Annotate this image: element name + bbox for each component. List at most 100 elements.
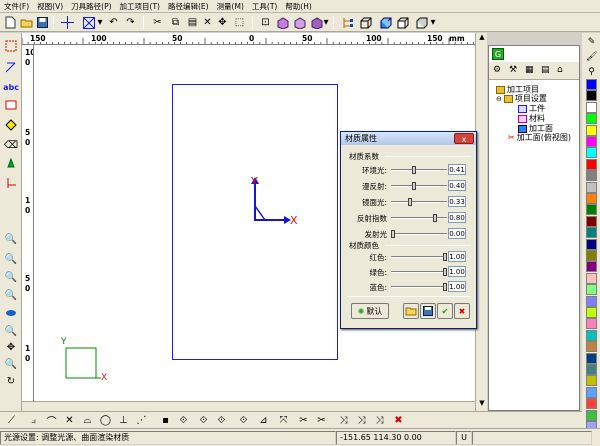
color-swatch[interactable] [586,318,597,330]
slider-thumb[interactable] [443,268,447,276]
slider-thumb[interactable] [443,253,447,261]
color-swatch[interactable] [586,364,597,375]
open-button[interactable] [403,303,419,319]
color-swatch[interactable] [586,375,597,387]
view-eye-icon[interactable] [3,305,19,321]
line-tool-icon[interactable]: ⟋ [4,413,19,428]
color-swatch[interactable] [586,90,597,102]
chevron-down-icon[interactable]: ▾ [429,15,437,30]
offset-icon[interactable]: ⊿ [256,413,271,428]
brush-icon[interactable]: 🖌 [586,52,597,63]
color-swatch[interactable] [586,295,597,307]
color-swatch[interactable] [586,215,597,227]
color-swatch[interactable] [586,238,597,250]
move-icon[interactable]: ✥ [215,15,230,30]
zoom-all-icon[interactable]: 🔍 [3,323,19,339]
break-icon[interactable]: ⋰ [134,413,149,428]
slider-value-field[interactable]: 1.00 [448,266,466,277]
select-rect-icon[interactable] [3,38,19,54]
menu-measure[interactable]: 测量(M) [213,1,248,12]
cut-curve-icon[interactable]: ✂ [314,413,329,428]
slider-value-field[interactable]: 1.00 [448,281,466,292]
color-swatch[interactable] [586,227,597,239]
color-swatch[interactable] [586,352,597,364]
color-swatch[interactable] [586,113,597,125]
pan-icon[interactable]: ✥ [3,339,19,355]
align-icon[interactable]: ⤨ [354,413,369,428]
pen-icon[interactable]: ✎ [586,37,597,48]
ok-button[interactable]: ✔ [437,303,453,319]
slider-value-field[interactable]: 0.41 [448,164,466,175]
slider-track[interactable] [391,253,447,261]
array-icon[interactable]: ⟐ [176,413,191,428]
point-icon[interactable]: ▪ [158,413,173,428]
scale-icon[interactable]: ⟐ [236,413,251,428]
circle-tool-icon[interactable]: ◯ [98,413,113,428]
tree-item-surface-top-view[interactable]: ✂ 加工面(俯视图) [508,132,571,143]
dialog-close-button[interactable]: x [454,133,474,144]
color-swatch[interactable] [586,398,597,410]
menu-help[interactable]: 帮助(H) [281,1,316,12]
rectangle-tool-icon[interactable] [3,97,19,113]
color-swatch[interactable] [586,101,597,113]
slider-value-field[interactable]: 0.40 [448,180,466,191]
tree-structure-icon[interactable] [340,15,355,30]
slider-value-field[interactable]: 0.00 [448,228,466,239]
save-button[interactable] [420,303,436,319]
axis-tool-icon[interactable] [3,175,19,191]
paste-icon[interactable]: ▤ [185,15,200,30]
slider-track[interactable] [391,166,447,174]
slider-track[interactable] [391,230,447,238]
color-swatch[interactable] [586,158,597,170]
zoom-window-icon[interactable]: ⊡ [258,15,273,30]
zoom-out-icon[interactable]: 🔍 [3,251,19,267]
default-button[interactable]: ✺ 默认 [351,303,389,319]
drill-icon[interactable] [3,155,19,171]
new-file-icon[interactable] [3,15,18,30]
cut-icon[interactable]: ✂ [150,15,165,30]
collapse-icon[interactable]: ⊖ [496,95,502,103]
chevron-down-icon[interactable]: ▾ [96,15,104,30]
color-swatch[interactable] [586,386,597,398]
split-icon[interactable]: ✂ [296,413,311,428]
slider-thumb[interactable] [443,283,447,291]
slider-value-field[interactable]: 0.33 [448,196,466,207]
convert-icon[interactable]: ⤨ [372,413,387,428]
zoom-fit-icon[interactable]: 🔍 [3,269,19,285]
menu-tools[interactable]: 工具(T) [248,1,281,12]
perpendicular-icon[interactable]: ⊥ [116,413,131,428]
menu-file[interactable]: 文件(F) [0,1,33,12]
menu-path-edit[interactable]: 路径编辑(E) [164,1,213,12]
tree-tab-icon[interactable]: G [492,48,504,60]
color-swatch[interactable] [586,272,597,284]
slider-track[interactable] [391,198,447,206]
menu-toolpath[interactable]: 刀具路径(P) [67,1,115,12]
color-swatch[interactable] [586,181,597,193]
slider-thumb[interactable] [432,214,437,222]
menu-view[interactable]: 视图(V) [33,1,67,12]
multi-line-icon[interactable]: ⟓ [26,413,41,428]
eraser-icon[interactable]: ⌫ [3,137,19,153]
color-swatch[interactable] [586,261,597,273]
fillet-icon[interactable]: ⌓ [80,413,95,428]
arc-tool-icon[interactable]: ⌒ [44,413,59,428]
color-swatch[interactable] [586,193,597,204]
chevron-down-icon[interactable]: ▾ [322,15,330,30]
list-icon[interactable]: ▤ [541,65,553,77]
color-swatch[interactable] [586,329,597,341]
trim-icon[interactable]: ✕ [62,413,77,428]
crosshair-icon[interactable] [60,15,75,30]
redo-icon[interactable]: ↷ [123,15,138,30]
slider-track[interactable] [391,283,447,291]
slider-thumb[interactable] [411,182,416,190]
menu-project[interactable]: 加工项目(T) [116,1,164,12]
horizontal-scrollbar[interactable] [22,401,475,411]
surface-tool-icon[interactable] [3,117,19,133]
slider-thumb[interactable] [391,230,395,238]
eyedropper-icon[interactable]: ⚲ [586,67,597,78]
delete-icon[interactable]: ✕ [200,15,215,30]
slider-thumb[interactable] [412,166,417,174]
zoom-window-icon[interactable]: 🔍 [3,287,19,303]
view-top-icon[interactable] [275,15,290,30]
slider-track[interactable] [391,182,447,190]
